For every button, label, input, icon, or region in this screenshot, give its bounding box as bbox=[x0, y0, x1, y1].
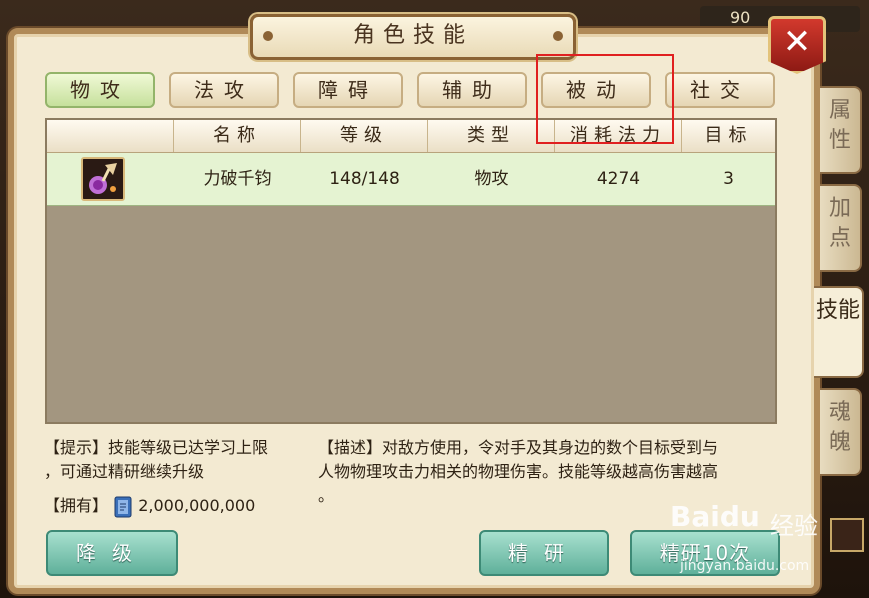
watermark: Baidu 经验 jingyan.baidu.com bbox=[670, 500, 860, 580]
side-tab-points[interactable]: 加点 bbox=[820, 184, 862, 272]
side-tab-skills[interactable]: 技能 bbox=[814, 286, 864, 378]
table-row[interactable]: 力破千钧 148/148 物攻 4274 3 bbox=[47, 153, 775, 206]
tab-support[interactable]: 辅助 bbox=[417, 72, 527, 108]
description-line-2: 人物物理攻击力相关的物理伤害。技能等级越高伤害越高 bbox=[318, 462, 719, 481]
description-line-1: 【描述】对敌方使用，令对手及其身边的数个目标受到与 bbox=[318, 438, 719, 457]
skill-table: 名称 等级 类型 消耗法力 目标 力破千钧 148/148 物攻 4274 3 bbox=[45, 118, 777, 424]
hint-line-1: 【提示】技能等级已达学习上限 bbox=[44, 438, 269, 457]
owned-label: 【拥有】 bbox=[44, 496, 109, 515]
title-plate: 角色技能 bbox=[250, 14, 576, 60]
col-header-target: 目标 bbox=[704, 125, 753, 146]
tab-social[interactable]: 社交 bbox=[665, 72, 775, 108]
passive-tab-highlight bbox=[536, 54, 674, 144]
ornament-right-icon bbox=[553, 31, 563, 41]
watermark-logo: Baidu bbox=[670, 500, 760, 533]
hint-line-2: ，可通过精研继续升级 bbox=[44, 462, 205, 481]
refine-button[interactable]: 精研 bbox=[479, 530, 609, 576]
ornament-left-icon bbox=[263, 31, 273, 41]
owned-value: 2,000,000,000 bbox=[138, 496, 256, 515]
panel-title: 角色技能 bbox=[352, 23, 473, 48]
close-icon: ✕ bbox=[782, 22, 812, 62]
skill-name: 力破千钧 bbox=[203, 169, 272, 189]
tab-physical-attack[interactable]: 物攻 bbox=[45, 72, 155, 108]
skill-type: 物攻 bbox=[474, 169, 509, 189]
side-tab-soul[interactable]: 魂魄 bbox=[820, 388, 862, 476]
skill-target: 3 bbox=[723, 169, 734, 189]
col-header-icon bbox=[47, 120, 174, 152]
hud-level: 90 bbox=[730, 8, 751, 27]
watermark-text: 经验 bbox=[770, 512, 818, 540]
col-header-name: 名称 bbox=[174, 120, 301, 152]
watermark-url: jingyan.baidu.com bbox=[680, 558, 810, 574]
tab-obstacle[interactable]: 障碍 bbox=[293, 72, 403, 108]
book-icon bbox=[113, 495, 133, 519]
col-header-level: 等级 bbox=[301, 120, 428, 152]
side-tab-attributes[interactable]: 属性 bbox=[820, 86, 862, 174]
skill-level: 148/148 bbox=[329, 169, 400, 189]
downgrade-button[interactable]: 降级 bbox=[46, 530, 178, 576]
skill-icon bbox=[81, 157, 125, 201]
skill-mana: 4274 bbox=[596, 169, 641, 189]
tab-magic-attack[interactable]: 法攻 bbox=[169, 72, 279, 108]
owned-row: 【拥有】 2,000,000,000 bbox=[44, 494, 255, 519]
description-line-3: 。 bbox=[318, 486, 335, 505]
